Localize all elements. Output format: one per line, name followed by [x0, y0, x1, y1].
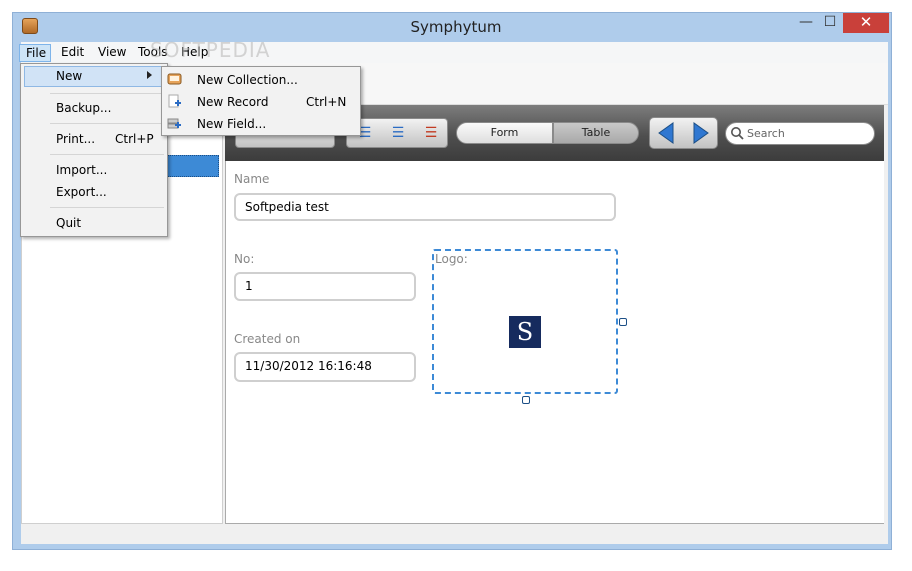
- name-label: Name: [234, 172, 270, 186]
- arrow-left-icon: [658, 122, 674, 144]
- no-label: No:: [234, 252, 255, 266]
- no-field[interactable]: 1: [234, 272, 416, 301]
- next-record-button[interactable]: [686, 120, 714, 146]
- field-button-group: ☰ ☰ ☰: [346, 118, 448, 148]
- menu-file[interactable]: File: [19, 44, 51, 62]
- new-field-icon: [167, 116, 182, 131]
- menu-item-new-label: New: [56, 69, 83, 83]
- search-input[interactable]: [747, 124, 869, 143]
- menu-item-new-field[interactable]: New Field...: [197, 117, 266, 131]
- delete-field-icon[interactable]: ☰: [415, 119, 447, 147]
- menu-item-new-record-shortcut: Ctrl+N: [306, 95, 347, 109]
- created-on-label: Created on: [234, 332, 301, 346]
- close-button[interactable]: ✕: [843, 13, 889, 33]
- resize-handle-right[interactable]: [619, 318, 627, 326]
- modify-field-icon[interactable]: ☰: [382, 119, 414, 147]
- submenu-arrow-icon: [147, 71, 152, 79]
- new-record-icon: [167, 94, 182, 109]
- menu-item-quit[interactable]: Quit: [56, 216, 81, 230]
- softpedia-logo-image: S: [509, 316, 541, 348]
- search-icon: [730, 126, 744, 140]
- watermark: SOFTPEDIA: [150, 38, 271, 62]
- menu-separator: [50, 123, 164, 124]
- menu-edit[interactable]: Edit: [61, 44, 84, 62]
- previous-record-button[interactable]: [653, 120, 681, 146]
- new-collection-icon: [167, 71, 182, 86]
- created-on-field[interactable]: 11/30/2012 16:16:48: [234, 352, 416, 382]
- minimize-button[interactable]: —: [795, 13, 817, 33]
- menu-separator: [50, 93, 164, 94]
- menu-separator: [50, 207, 164, 208]
- file-menu: [20, 63, 168, 237]
- maximize-button[interactable]: ☐: [819, 13, 841, 33]
- logo-label: Logo:: [435, 252, 468, 266]
- menu-item-print[interactable]: Print...: [56, 132, 95, 146]
- menu-item-new-collection[interactable]: New Collection...: [197, 73, 298, 87]
- menu-item-backup[interactable]: Backup...: [56, 101, 111, 115]
- menu-item-print-shortcut: Ctrl+P: [115, 132, 154, 146]
- menu-item-export[interactable]: Export...: [56, 185, 107, 199]
- view-mode-table-button[interactable]: Table: [553, 122, 639, 144]
- menu-item-new[interactable]: [24, 66, 162, 87]
- menu-item-import[interactable]: Import...: [56, 163, 107, 177]
- arrow-right-icon: [693, 122, 709, 144]
- resize-handle-bottom[interactable]: [522, 396, 530, 404]
- view-mode-form-button[interactable]: Form: [456, 122, 553, 144]
- menu-separator: [50, 154, 164, 155]
- menu-view[interactable]: View: [98, 44, 126, 62]
- window-title: Symphytum: [410, 18, 502, 36]
- name-field[interactable]: Softpedia test: [234, 193, 616, 221]
- menu-item-new-record[interactable]: New Record: [197, 95, 268, 109]
